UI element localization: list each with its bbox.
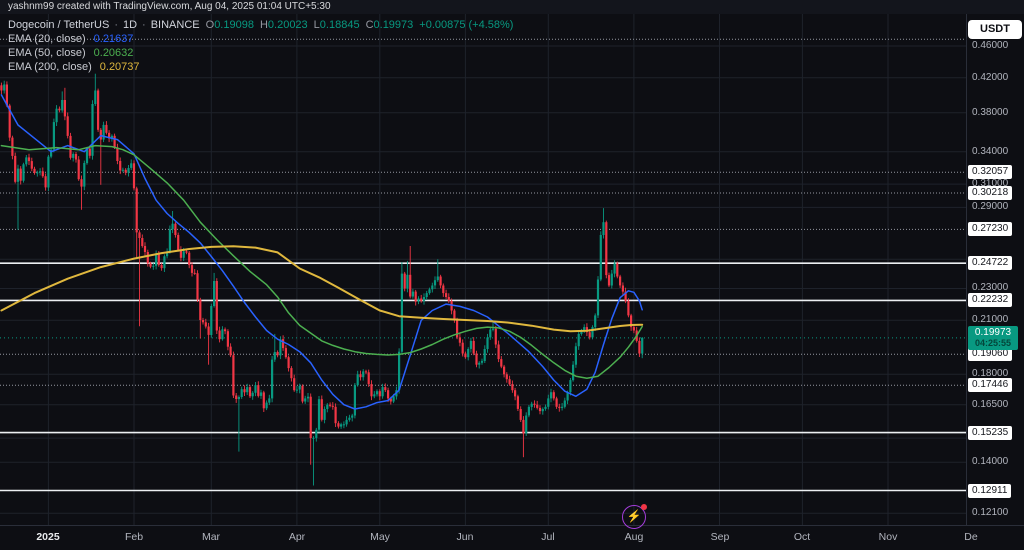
level-price-label[interactable]: 0.24722: [968, 256, 1012, 270]
time-axis-label: 2025: [36, 531, 59, 543]
time-axis-label: Aug: [625, 531, 644, 543]
price-grid-label: 0.16500: [972, 398, 1008, 412]
tradingview-chart-window: yashnm99 created with TradingView.com, A…: [0, 0, 1024, 550]
ema20-label: EMA (20, close): [8, 33, 86, 45]
indicator-row-ema200[interactable]: EMA (200, close) 0.20737: [8, 60, 513, 74]
price-grid-label: 0.46000: [972, 39, 1008, 53]
separator: ·: [142, 19, 146, 31]
close-value: 0.19973: [374, 19, 414, 31]
grid-lines: [0, 14, 966, 525]
indicator-row-ema50[interactable]: EMA (50, close) 0.20632: [8, 46, 513, 60]
level-price-label[interactable]: 0.12911: [968, 484, 1011, 498]
time-axis-label: Jun: [457, 531, 474, 543]
ema50-label: EMA (50, close): [8, 47, 86, 59]
level-price-label[interactable]: 0.22232: [968, 293, 1012, 307]
ema200-label: EMA (200, close): [8, 61, 92, 73]
exchange-label[interactable]: BINANCE: [151, 19, 200, 31]
indicator-row-ema20[interactable]: EMA (20, close) 0.21637: [8, 32, 513, 46]
time-axis-label: Feb: [125, 531, 143, 543]
price-axis[interactable]: 0.460000.420000.380000.340000.310000.290…: [966, 0, 1024, 525]
interval-label[interactable]: 1D: [123, 19, 137, 31]
notification-dot: [641, 504, 647, 510]
ema-lines[interactable]: [1, 95, 642, 409]
symbol-title[interactable]: Dogecoin / TetherUS: [8, 19, 109, 31]
open-value: 0.19098: [214, 19, 254, 31]
price-chart-canvas[interactable]: [0, 0, 1024, 550]
horizontal-level-lines[interactable]: [0, 39, 966, 490]
time-axis-label: Mar: [202, 531, 220, 543]
open-label: O: [206, 19, 215, 31]
separator: ·: [114, 19, 118, 31]
level-price-label[interactable]: 0.17446: [968, 378, 1012, 392]
price-grid-label: 0.38000: [972, 106, 1008, 120]
time-axis-label: De: [964, 531, 977, 543]
chart-legend: Dogecoin / TetherUS · 1D · BINANCE O 0.1…: [8, 18, 513, 74]
high-value: 0.20023: [268, 19, 308, 31]
price-grid-label: 0.42000: [972, 71, 1008, 85]
price-grid-label: 0.34000: [972, 145, 1008, 159]
ema50-value: 0.20632: [94, 47, 134, 59]
attribution-bar: yashnm99 created with TradingView.com, A…: [0, 0, 1024, 14]
time-axis-label: Nov: [879, 531, 898, 543]
time-axis-label: Jul: [541, 531, 554, 543]
close-label: C: [366, 19, 374, 31]
change-value: +0.00875 (+4.58%): [419, 19, 513, 31]
ema200-value: 0.20737: [100, 61, 140, 73]
time-axis-label: Apr: [289, 531, 305, 543]
level-price-label[interactable]: 0.30218: [968, 186, 1012, 200]
time-axis[interactable]: 2025 Feb Mar Apr May Jun Jul Aug Sep Oct Nov De: [0, 525, 1024, 550]
time-axis-label: Oct: [794, 531, 810, 543]
currency-toggle-button[interactable]: USDT: [968, 20, 1022, 39]
last-price-value: 0.19973: [970, 327, 1016, 338]
level-price-label[interactable]: 0.32057: [968, 165, 1012, 179]
level-price-label[interactable]: 0.27230: [968, 222, 1012, 236]
bar-countdown: 04:25:55: [970, 338, 1016, 349]
price-grid-label: 0.21000: [972, 313, 1008, 327]
ema20-line: [1, 95, 642, 409]
time-axis-label: Sep: [711, 531, 730, 543]
time-axis-label: May: [370, 531, 390, 543]
low-value: 0.18845: [320, 19, 360, 31]
ema20-value: 0.21637: [94, 33, 134, 45]
level-price-label[interactable]: 0.15235: [968, 426, 1012, 440]
high-label: H: [260, 19, 268, 31]
ema50-line: [1, 146, 642, 379]
price-grid-label: 0.29000: [972, 200, 1008, 214]
price-grid-label: 0.14000: [972, 455, 1008, 469]
price-grid-label: 0.12100: [972, 506, 1008, 520]
legend-symbol-row: Dogecoin / TetherUS · 1D · BINANCE O 0.1…: [8, 18, 513, 32]
last-price-label[interactable]: 0.1997304:25:55: [968, 326, 1018, 350]
